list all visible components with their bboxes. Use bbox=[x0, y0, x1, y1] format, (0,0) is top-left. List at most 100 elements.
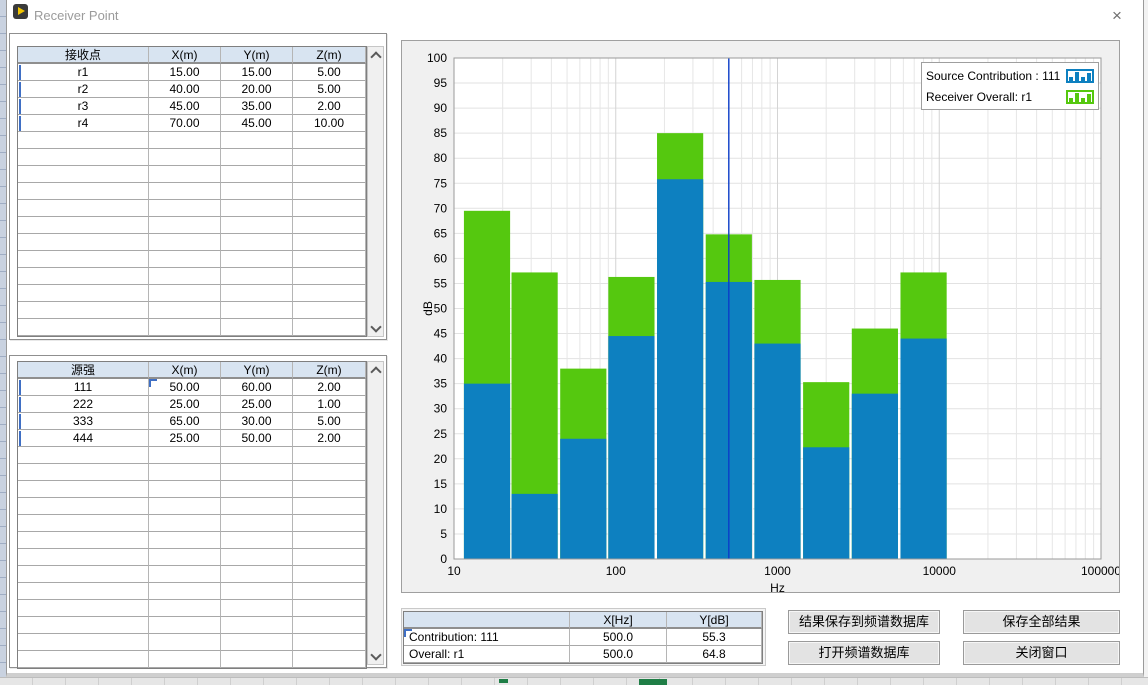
titlebar: Receiver Point × bbox=[7, 0, 1143, 32]
empty-cell bbox=[293, 132, 366, 149]
table-cell[interactable]: 10.00 bbox=[293, 115, 366, 132]
table-cell[interactable]: 15.00 bbox=[221, 64, 293, 81]
table-cell[interactable]: 50.00 bbox=[221, 430, 293, 447]
table-cell[interactable]: 45.00 bbox=[149, 98, 221, 115]
table-cell[interactable]: 15.00 bbox=[149, 64, 221, 81]
table-cell[interactable]: Overall: r1 bbox=[404, 646, 570, 663]
table-cell[interactable]: 500.0 bbox=[570, 646, 667, 663]
empty-cell bbox=[221, 447, 293, 464]
empty-cell bbox=[221, 132, 293, 149]
table-cell[interactable]: Contribution: 111 bbox=[404, 629, 570, 646]
empty-table-row bbox=[18, 200, 366, 217]
table-cell[interactable]: 65.00 bbox=[149, 413, 221, 430]
empty-cell bbox=[149, 566, 221, 583]
table-cell[interactable]: 2.00 bbox=[293, 98, 366, 115]
scroll-down-icon[interactable] bbox=[368, 648, 383, 664]
y-axis-title: dB bbox=[421, 301, 435, 316]
y-tick-label: 85 bbox=[434, 126, 448, 140]
table-cell[interactable]: 2.00 bbox=[293, 430, 366, 447]
table-cell[interactable]: 25.00 bbox=[149, 430, 221, 447]
receiver-table-scrollbar[interactable] bbox=[367, 46, 384, 337]
scroll-down-icon[interactable] bbox=[368, 320, 383, 336]
empty-table-row bbox=[18, 183, 366, 200]
table-row: r240.0020.005.00 bbox=[18, 81, 366, 98]
empty-cell bbox=[149, 183, 221, 200]
table-cell[interactable]: 35.00 bbox=[221, 98, 293, 115]
source-table-scrollbar[interactable] bbox=[367, 361, 384, 665]
table-cell[interactable]: r4 bbox=[18, 115, 149, 132]
empty-table-row bbox=[18, 319, 366, 336]
table-cell[interactable]: 5.00 bbox=[293, 81, 366, 98]
empty-table-row bbox=[18, 634, 366, 651]
empty-cell bbox=[18, 549, 149, 566]
graph-legend: Source Contribution : 111 Receiver Overa… bbox=[921, 62, 1099, 110]
empty-cell bbox=[293, 600, 366, 617]
empty-cell bbox=[18, 183, 149, 200]
table-cell[interactable]: 5.00 bbox=[293, 64, 366, 81]
close-icon[interactable]: × bbox=[1102, 4, 1132, 28]
table-cell[interactable]: 5.00 bbox=[293, 413, 366, 430]
table-cell[interactable]: 25.00 bbox=[221, 396, 293, 413]
empty-cell bbox=[221, 549, 293, 566]
empty-cell bbox=[221, 532, 293, 549]
empty-cell bbox=[221, 498, 293, 515]
empty-cell bbox=[221, 268, 293, 285]
background-artifact bbox=[639, 679, 667, 685]
table-row: 11150.0060.002.00 bbox=[18, 379, 366, 396]
table-cell[interactable]: 500.0 bbox=[570, 629, 667, 646]
scroll-up-icon[interactable] bbox=[368, 362, 383, 378]
contribution-bar bbox=[754, 344, 800, 559]
save-all-results-button[interactable]: 保存全部结果 bbox=[963, 610, 1120, 634]
y-tick-label: 70 bbox=[434, 201, 448, 215]
empty-cell bbox=[221, 183, 293, 200]
empty-cell bbox=[18, 217, 149, 234]
spectrum-graph-panel: 0510152025303540455055606570758085909510… bbox=[401, 40, 1120, 593]
empty-cell bbox=[149, 302, 221, 319]
row-selection-marker bbox=[19, 82, 21, 97]
table-cell[interactable]: 2.00 bbox=[293, 379, 366, 396]
table-cell[interactable]: 333 bbox=[18, 413, 149, 430]
empty-cell bbox=[149, 583, 221, 600]
table-cell[interactable]: r1 bbox=[18, 64, 149, 81]
empty-cell bbox=[149, 498, 221, 515]
open-spectrum-db-button[interactable]: 打开频谱数据库 bbox=[788, 641, 940, 665]
table-cell[interactable]: 444 bbox=[18, 430, 149, 447]
table-cell[interactable]: r3 bbox=[18, 98, 149, 115]
empty-table-row bbox=[18, 217, 366, 234]
y-tick-label: 15 bbox=[434, 477, 448, 491]
empty-cell bbox=[149, 319, 221, 336]
empty-cell bbox=[293, 549, 366, 566]
table-cell[interactable]: 30.00 bbox=[221, 413, 293, 430]
table-cell[interactable]: 111 bbox=[18, 379, 149, 396]
table-cell[interactable]: 64.8 bbox=[667, 646, 762, 663]
y-tick-label: 60 bbox=[434, 251, 448, 265]
scroll-up-icon[interactable] bbox=[368, 47, 383, 63]
background-artifact bbox=[499, 679, 508, 683]
table-cell[interactable]: 50.00 bbox=[149, 379, 221, 396]
y-tick-label: 10 bbox=[434, 502, 448, 516]
table-cell[interactable]: 20.00 bbox=[221, 81, 293, 98]
table-cell[interactable]: r2 bbox=[18, 81, 149, 98]
bar-plot-icon bbox=[1066, 69, 1094, 83]
table-cell[interactable]: 40.00 bbox=[149, 81, 221, 98]
table-cell[interactable]: 55.3 bbox=[667, 629, 762, 646]
y-tick-label: 35 bbox=[434, 377, 448, 391]
y-tick-label: 95 bbox=[434, 76, 448, 90]
empty-cell bbox=[293, 234, 366, 251]
close-window-button[interactable]: 关闭窗口 bbox=[963, 641, 1120, 665]
empty-cell bbox=[149, 217, 221, 234]
empty-cell bbox=[149, 481, 221, 498]
row-selection-marker bbox=[19, 431, 21, 446]
legend-label: Source Contribution : 111 bbox=[926, 69, 1066, 83]
table-cell[interactable]: 60.00 bbox=[221, 379, 293, 396]
table-cell[interactable]: 25.00 bbox=[149, 396, 221, 413]
xy-bar-graph[interactable]: 0510152025303540455055606570758085909510… bbox=[402, 41, 1119, 592]
table-cell[interactable]: 222 bbox=[18, 396, 149, 413]
column-header: X[Hz] bbox=[570, 612, 667, 629]
background-window-sliver-bottom bbox=[0, 677, 1148, 685]
table-cell[interactable]: 45.00 bbox=[221, 115, 293, 132]
save-to-spectrum-db-button[interactable]: 结果保存到频谱数据库 bbox=[788, 610, 940, 634]
table-cell[interactable]: 1.00 bbox=[293, 396, 366, 413]
table-cell[interactable]: 70.00 bbox=[149, 115, 221, 132]
empty-table-row bbox=[18, 583, 366, 600]
